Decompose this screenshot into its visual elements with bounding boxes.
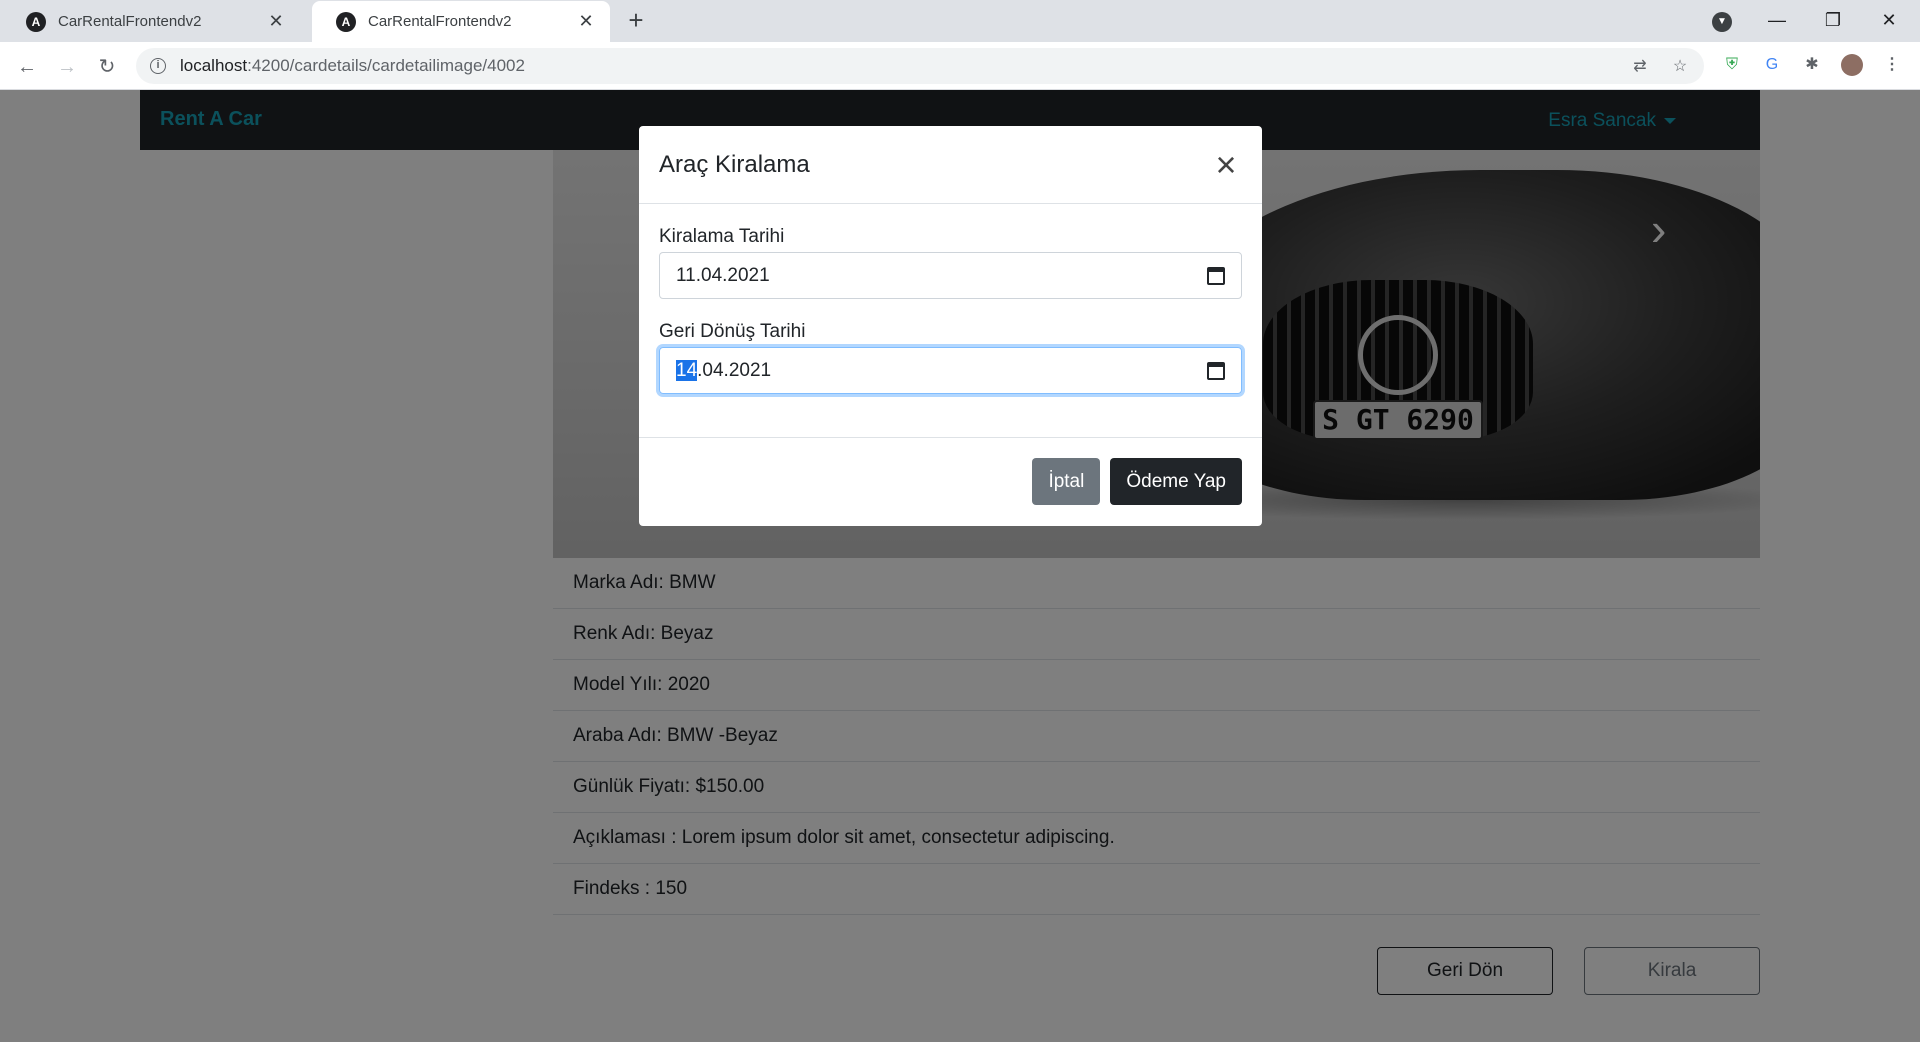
restore-button[interactable]: ❐ bbox=[1808, 4, 1858, 36]
tab-title: CarRentalFrontendv2 bbox=[368, 13, 512, 30]
browser-tabstrip: A CarRentalFrontendv2 ✕ A CarRentalFront… bbox=[0, 0, 1920, 42]
site-info-icon[interactable]: i bbox=[150, 58, 166, 74]
modal-header: Araç Kiralama × bbox=[639, 126, 1262, 204]
pay-button[interactable]: Ödeme Yap bbox=[1110, 458, 1242, 505]
back-arrow-icon[interactable]: ← bbox=[10, 50, 44, 84]
profile-avatar[interactable] bbox=[1841, 54, 1863, 76]
close-window-button[interactable]: ✕ bbox=[1864, 4, 1914, 36]
return-date-input[interactable]: 14.04.2021 bbox=[659, 347, 1242, 394]
translate-icon[interactable]: ⇄ bbox=[1630, 57, 1650, 77]
close-tab-icon[interactable]: ✕ bbox=[266, 11, 286, 32]
extensions-puzzle-icon[interactable]: ✱ bbox=[1801, 54, 1823, 76]
modal-body: Kiralama Tarihi 11.04.2021 Geri Dönüş Ta… bbox=[639, 204, 1262, 438]
modal-title: Araç Kiralama bbox=[659, 150, 810, 178]
close-tab-icon[interactable]: ✕ bbox=[576, 11, 596, 32]
rent-date-label: Kiralama Tarihi bbox=[659, 226, 785, 247]
tab-search-icon[interactable]: ▼ bbox=[1712, 12, 1732, 32]
calendar-icon[interactable] bbox=[1207, 266, 1225, 285]
browser-toolbar: ← → ↻ i localhost:4200/cardetails/cardet… bbox=[0, 42, 1920, 90]
translate-extension-icon[interactable]: G bbox=[1761, 54, 1783, 76]
modal-footer: İptal Ödeme Yap bbox=[639, 438, 1262, 525]
close-icon[interactable]: × bbox=[1210, 146, 1242, 183]
address-bar[interactable]: i localhost:4200/cardetails/cardetailima… bbox=[136, 48, 1704, 84]
browser-tab[interactable]: A CarRentalFrontendv2 ✕ bbox=[2, 1, 300, 42]
forward-arrow-icon[interactable]: → bbox=[50, 50, 84, 84]
page-content: Rent A Car Esra Sancak S GT 6290 › Marka… bbox=[0, 90, 1920, 1042]
return-date-rest: .04.2021 bbox=[697, 359, 772, 381]
rental-modal: Araç Kiralama × Kiralama Tarihi 11.04.20… bbox=[639, 126, 1262, 526]
angular-icon: A bbox=[26, 11, 46, 32]
url-host: localhost bbox=[180, 56, 248, 75]
menu-kebab-icon[interactable]: ⋮ bbox=[1881, 54, 1903, 76]
angular-icon: A bbox=[336, 11, 356, 32]
reload-icon[interactable]: ↻ bbox=[90, 50, 124, 84]
calendar-icon[interactable] bbox=[1207, 361, 1225, 380]
minimize-button[interactable]: — bbox=[1752, 4, 1802, 36]
url-path: :4200/cardetails/cardetailimage/4002 bbox=[247, 56, 525, 75]
browser-tab-active[interactable]: A CarRentalFrontendv2 ✕ bbox=[312, 1, 610, 42]
new-tab-button[interactable]: + bbox=[622, 6, 650, 34]
bookmark-star-icon[interactable]: ☆ bbox=[1670, 57, 1690, 77]
rent-date-input[interactable]: 11.04.2021 bbox=[659, 252, 1242, 299]
shield-extension-icon[interactable]: ⛨ bbox=[1721, 54, 1743, 76]
cancel-button[interactable]: İptal bbox=[1032, 458, 1101, 505]
rent-date-value: 11.04.2021 bbox=[676, 264, 770, 286]
return-date-selected-segment: 14 bbox=[676, 359, 698, 381]
return-date-label: Geri Dönüş Tarihi bbox=[659, 321, 806, 342]
tab-title: CarRentalFrontendv2 bbox=[58, 13, 202, 30]
